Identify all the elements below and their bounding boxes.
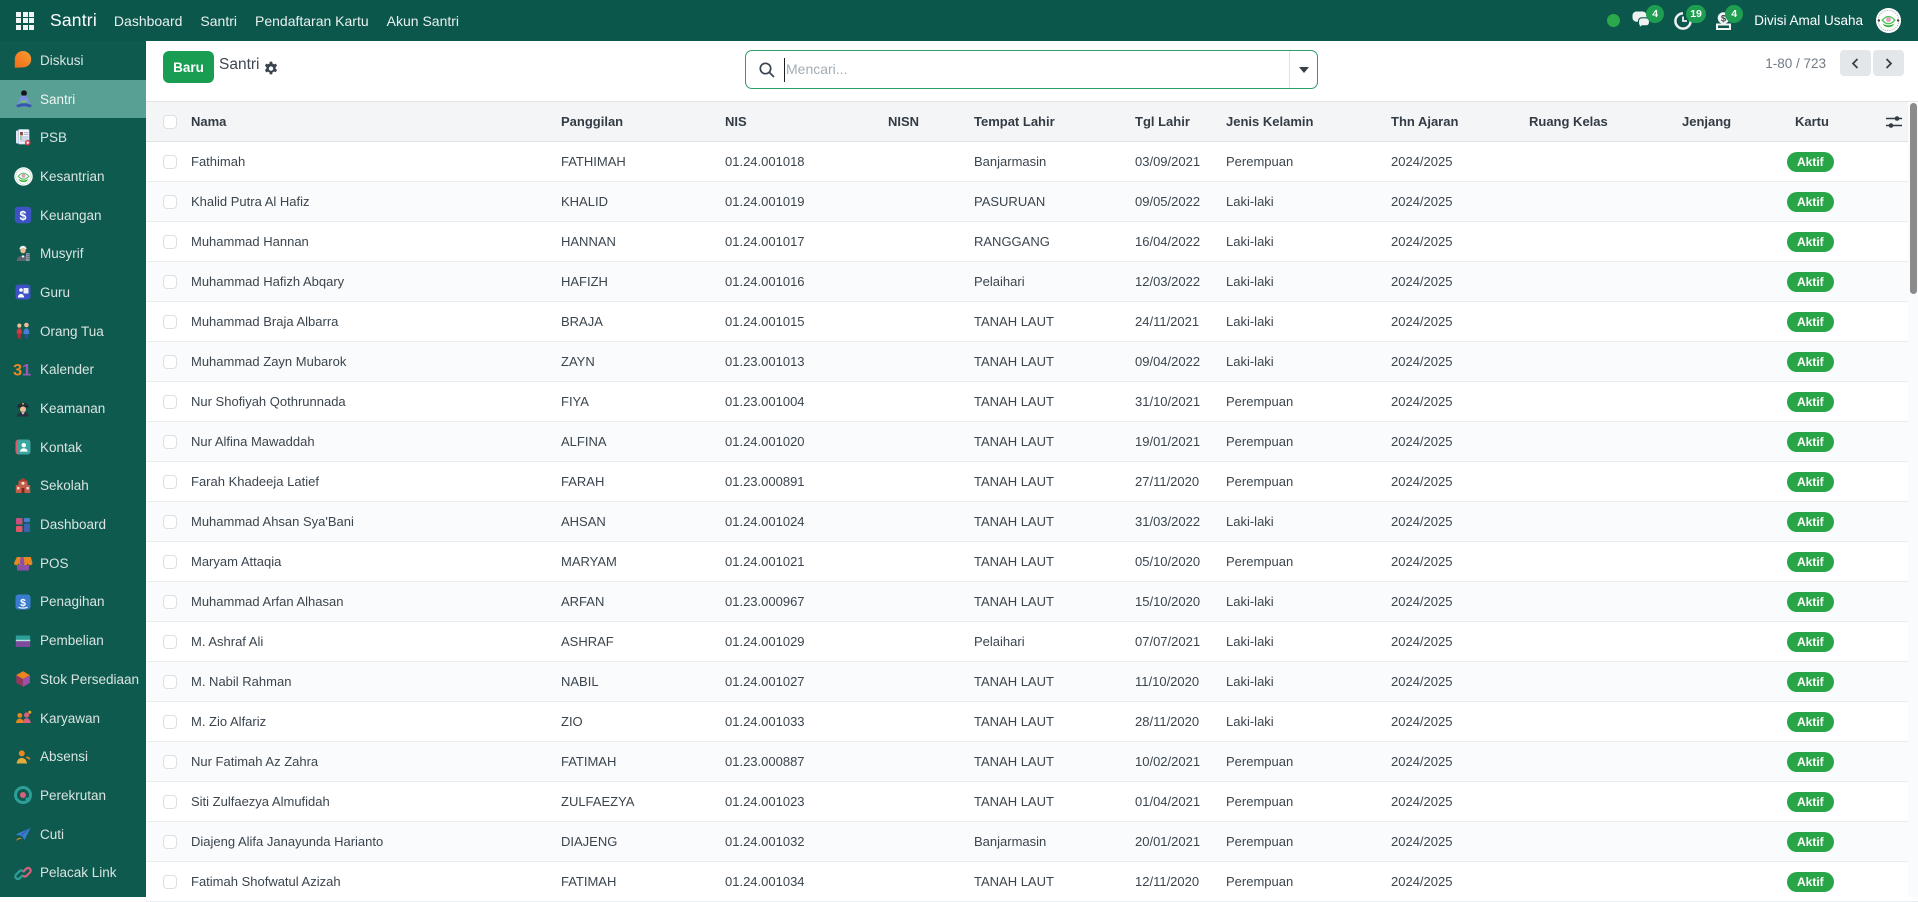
svg-text:3: 3 bbox=[13, 361, 22, 379]
svg-text:$: $ bbox=[20, 597, 26, 609]
svg-text:$: $ bbox=[20, 209, 27, 223]
svg-text:1: 1 bbox=[22, 361, 31, 379]
